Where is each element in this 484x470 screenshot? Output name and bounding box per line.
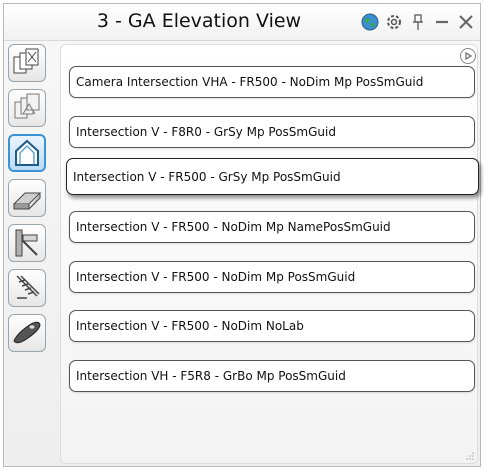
list-item-label: Intersection V - FR500 - GrSy Mp PosSmGu… [73,169,341,184]
minimize-icon[interactable] [432,12,452,32]
globe-icon[interactable] [360,12,380,32]
stair-button[interactable] [8,269,46,307]
house-elevation-button[interactable] [8,134,46,172]
list-item-view-6[interactable]: Intersection V - FR500 - NoDim NoLab [69,310,475,342]
title-toolbar [360,12,476,32]
pin-icon[interactable] [408,12,428,32]
plate-button[interactable] [8,314,46,352]
stair-icon [16,275,40,299]
house-elevation-icon [15,139,39,166]
views-outline-button[interactable] [8,89,46,127]
list-item-view-5[interactable]: Intersection V - FR500 - NoDim Mp PosSmG… [69,261,475,293]
list-item-label: Intersection V - FR500 - NoDim Mp NamePo… [76,220,391,234]
multi-views-icon [13,48,39,74]
list-item-label: Intersection V - FR500 - NoDim Mp PosSmG… [76,270,356,284]
list-item-view-7[interactable]: Intersection VH - F5R8 - GrBo Mp PosSmGu… [69,360,475,392]
window-title: 3 - GA Elevation View [96,10,302,32]
view-list-panel[interactable]: Camera Intersection VHA - FR500 - NoDim … [60,44,479,464]
list-item-label: Intersection VH - F5R8 - GrBo Mp PosSmGu… [76,369,346,383]
beam-section-button[interactable] [8,179,46,217]
gear-icon[interactable] [384,12,404,32]
view-selector-window: 3 - GA Elevation View Camera Intersectio… [3,3,481,467]
beam-section-icon [12,192,42,210]
column-profile-icon [15,229,38,257]
multi-views-button[interactable] [8,44,46,82]
list-item-view-4[interactable]: Intersection V - FR500 - NoDim Mp NamePo… [69,211,475,243]
play-button[interactable] [460,48,476,64]
views-outline-icon [14,93,40,119]
plate-icon [13,321,41,344]
close-icon[interactable] [456,12,476,32]
list-item-label: Camera Intersection VHA - FR500 - NoDim … [76,75,424,89]
title-bar[interactable]: 3 - GA Elevation View [4,4,480,41]
view-type-strip [8,44,52,359]
resize-grip-icon[interactable] [466,452,474,460]
list-item-view-1[interactable]: Camera Intersection VHA - FR500 - NoDim … [69,66,475,98]
list-item-view-2[interactable]: Intersection V - F8R0 - GrSy Mp PosSmGui… [69,116,475,148]
list-item-view-3[interactable]: Intersection V - FR500 - GrSy Mp PosSmGu… [66,158,479,195]
play-icon [465,51,473,61]
list-item-label: Intersection V - F8R0 - GrSy Mp PosSmGui… [76,125,336,139]
column-profile-button[interactable] [8,224,46,262]
list-item-label: Intersection V - FR500 - NoDim NoLab [76,319,304,333]
